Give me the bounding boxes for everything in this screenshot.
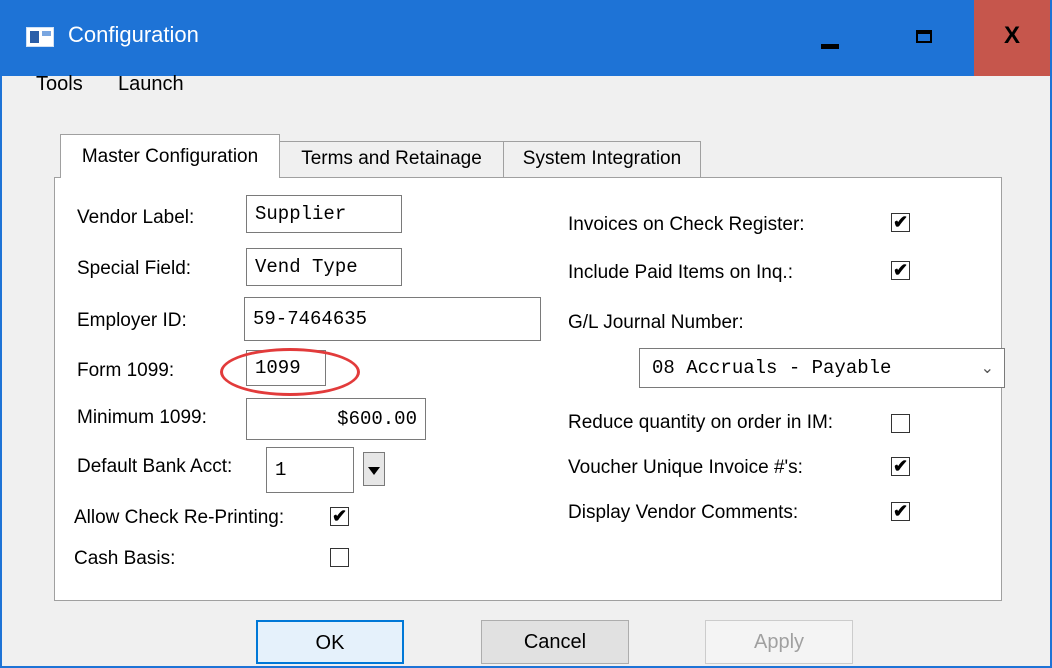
master-configuration-panel (54, 177, 1002, 601)
employer-id-input[interactable]: 59-7464635 (244, 297, 541, 341)
ok-button[interactable]: OK (256, 620, 404, 664)
display-vendor-comments-checkbox[interactable]: ✔ (891, 502, 910, 521)
default-bank-acct-input[interactable]: 1 (266, 447, 354, 493)
special-field-input[interactable]: Vend Type (246, 248, 402, 286)
reduce-quantity-checkbox[interactable] (891, 414, 910, 433)
allow-check-reprinting-checkbox[interactable]: ✔ (330, 507, 349, 526)
invoices-on-check-register-label: Invoices on Check Register: (568, 214, 805, 235)
cancel-button[interactable]: Cancel (481, 620, 629, 664)
maximize-button[interactable] (878, 0, 974, 76)
maximize-icon (916, 30, 932, 43)
voucher-unique-invoice-checkbox[interactable]: ✔ (891, 457, 910, 476)
chevron-down-icon: ⌄ (980, 358, 994, 377)
vendor-label-input[interactable]: Supplier (246, 195, 402, 233)
invoices-on-check-register-checkbox[interactable]: ✔ (891, 213, 910, 232)
default-bank-acct-label: Default Bank Acct: (77, 456, 233, 477)
close-icon: X (1003, 22, 1020, 49)
title-bar[interactable]: Configuration X (2, 0, 1050, 76)
close-button[interactable]: X (974, 0, 1050, 76)
employer-id-label: Employer ID: (77, 310, 187, 331)
minimum-1099-label: Minimum 1099: (77, 407, 207, 428)
allow-check-reprinting-label: Allow Check Re-Printing: (74, 507, 285, 528)
form-1099-label: Form 1099: (77, 360, 175, 381)
gl-journal-number-label: G/L Journal Number: (568, 312, 744, 333)
tab-terms-and-retainage[interactable]: Terms and Retainage (279, 141, 504, 177)
include-paid-items-checkbox[interactable]: ✔ (891, 261, 910, 280)
menu-launch[interactable]: Launch (118, 73, 184, 96)
minimize-button[interactable] (782, 0, 878, 76)
app-icon (26, 27, 54, 47)
menu-tools[interactable]: Tools (36, 73, 83, 96)
cash-basis-checkbox[interactable] (330, 548, 349, 567)
window-title: Configuration (68, 22, 199, 47)
special-field-label: Special Field: (77, 258, 192, 279)
tab-master-configuration[interactable]: Master Configuration (60, 134, 280, 178)
chevron-down-icon[interactable] (363, 452, 385, 486)
cash-basis-label: Cash Basis: (74, 548, 176, 569)
highlight-annotation (220, 348, 360, 396)
minimize-icon (821, 44, 839, 49)
voucher-unique-invoice-label: Voucher Unique Invoice #'s: (568, 457, 803, 478)
tab-system-integration[interactable]: System Integration (503, 141, 701, 177)
display-vendor-comments-label: Display Vendor Comments: (568, 502, 799, 523)
gl-journal-number-value: 08 Accruals - Payable (652, 357, 892, 379)
minimum-1099-input[interactable]: $600.00 (246, 398, 426, 440)
configuration-window: Configuration X Tools Launch Master Conf… (0, 0, 1052, 668)
gl-journal-number-select[interactable]: 08 Accruals - Payable ⌄ (639, 348, 1005, 388)
include-paid-items-label: Include Paid Items on Inq.: (568, 262, 793, 283)
reduce-quantity-label: Reduce quantity on order in IM: (568, 412, 834, 433)
vendor-label-label: Vendor Label: (77, 207, 195, 228)
apply-button[interactable]: Apply (705, 620, 853, 664)
